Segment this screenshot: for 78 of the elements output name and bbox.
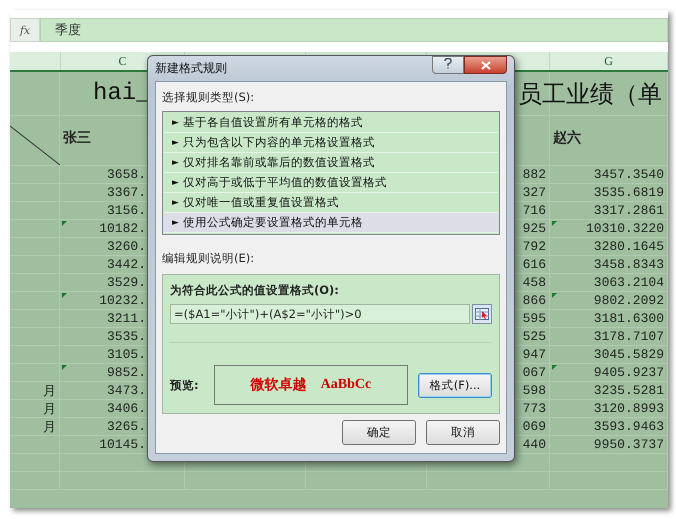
- table-cell: 9950.3737: [594, 437, 664, 452]
- table-cell: 595: [522, 311, 546, 326]
- table-cell: 3235.5281: [594, 383, 664, 398]
- table-cell: 440: [522, 437, 546, 452]
- rule-type-item[interactable]: ► 仅对排名靠前或靠后的数值设置格式: [164, 153, 498, 173]
- table-cell: 598: [522, 383, 546, 398]
- column-heading: 赵六: [553, 128, 581, 146]
- table-cell: 3265.: [106, 419, 146, 434]
- cancel-button[interactable]: 取消: [426, 420, 500, 445]
- preview-label: 预览:: [170, 378, 200, 392]
- close-button[interactable]: [464, 56, 507, 74]
- table-cell: 773: [522, 401, 546, 416]
- table-cell: 3529.: [106, 275, 146, 290]
- table-cell: 3045.5829: [594, 347, 664, 362]
- preview-box: 微软卓越 AaBbCc: [214, 365, 408, 405]
- section-label: 编辑规则说明(E):: [162, 251, 256, 266]
- table-cell: 069: [522, 419, 546, 434]
- formula-label: 为符合此公式的值设置格式(O):: [170, 283, 340, 298]
- table-cell: 3442.: [106, 257, 146, 272]
- table-cell: 3260.: [106, 239, 146, 254]
- table-cell: 3280.1645: [594, 239, 664, 254]
- rule-type-item[interactable]: ► 使用公式确定要设置格式的单元格: [164, 213, 498, 233]
- table-cell: 525: [522, 329, 546, 344]
- table-cell: 3063.2104: [594, 275, 664, 290]
- rule-type-item[interactable]: ► 基于各自值设置所有单元格的格式: [164, 113, 498, 133]
- help-button[interactable]: [432, 56, 464, 74]
- table-cell-text: 月: [43, 418, 56, 436]
- table-cell: 3211.: [106, 311, 146, 326]
- table-cell: 9802.2092: [594, 293, 664, 308]
- table-cell: 616: [522, 257, 546, 272]
- table-cell: 458: [522, 275, 546, 290]
- ok-button[interactable]: 确定: [342, 420, 416, 445]
- table-cell: 3457.3540: [594, 167, 664, 182]
- table-cell: 3317.2861: [594, 203, 664, 218]
- table-cell: 10310.3220: [586, 221, 664, 236]
- table-cell: 9852.: [106, 365, 146, 380]
- column-header[interactable]: G: [550, 52, 668, 70]
- table-cell: 10145.: [99, 437, 146, 452]
- table-cell: 3406.: [106, 401, 146, 416]
- table-cell: 3181.6300: [594, 311, 664, 326]
- range-select-button[interactable]: [472, 304, 492, 324]
- close-icon: [480, 60, 490, 70]
- table-cell: 716: [522, 203, 546, 218]
- grid-arrow-icon: [475, 308, 489, 320]
- table-cell-text: 月: [43, 400, 56, 418]
- table-cell: 3473.: [106, 383, 146, 398]
- table-cell: 882: [522, 167, 546, 182]
- table-cell: 067: [522, 365, 546, 380]
- table-cell: 3593.9463: [594, 419, 664, 434]
- table-cell-text: 月: [43, 382, 56, 400]
- table-cell: 3367.: [106, 185, 146, 200]
- table-cell: 3120.8993: [594, 401, 664, 416]
- rule-type-item[interactable]: ► 只为包含以下内容的单元格设置格式: [164, 133, 498, 153]
- formula-input[interactable]: =($A1="小计")+(A$2="小计")>0: [170, 304, 470, 324]
- table-cell: 10232.: [99, 293, 146, 308]
- rule-type-item[interactable]: ► 仅对高于或低于平均值的数值设置格式: [164, 173, 498, 193]
- table-cell: 10182.: [99, 221, 146, 236]
- format-button[interactable]: 格式(F)...: [418, 372, 492, 398]
- table-cell: 925: [522, 221, 546, 236]
- table-cell: 3105.: [106, 347, 146, 362]
- table-cell: 327: [522, 185, 546, 200]
- question-icon: [444, 58, 452, 69]
- table-cell: 3458.8343: [594, 257, 664, 272]
- table-cell: 947: [522, 347, 546, 362]
- table-cell: 866: [522, 293, 546, 308]
- table-cell: 3156.: [106, 203, 146, 218]
- table-cell: 3535.6819: [594, 185, 664, 200]
- column-heading: 张三: [63, 128, 91, 146]
- table-cell: 3658.: [106, 167, 146, 182]
- section-label: 选择规则类型(S):: [162, 90, 256, 105]
- function-icon[interactable]: fx: [10, 18, 40, 42]
- table-cell: 3178.7107: [594, 329, 664, 344]
- table-cell: 3535.: [106, 329, 146, 344]
- sheet-title: 员工业绩（单: [518, 80, 662, 110]
- formula-field[interactable]: 季度: [40, 18, 668, 42]
- table-cell: 792: [522, 239, 546, 254]
- table-cell: 9405.9237: [594, 365, 664, 380]
- sheet-title: hai_: [93, 80, 151, 107]
